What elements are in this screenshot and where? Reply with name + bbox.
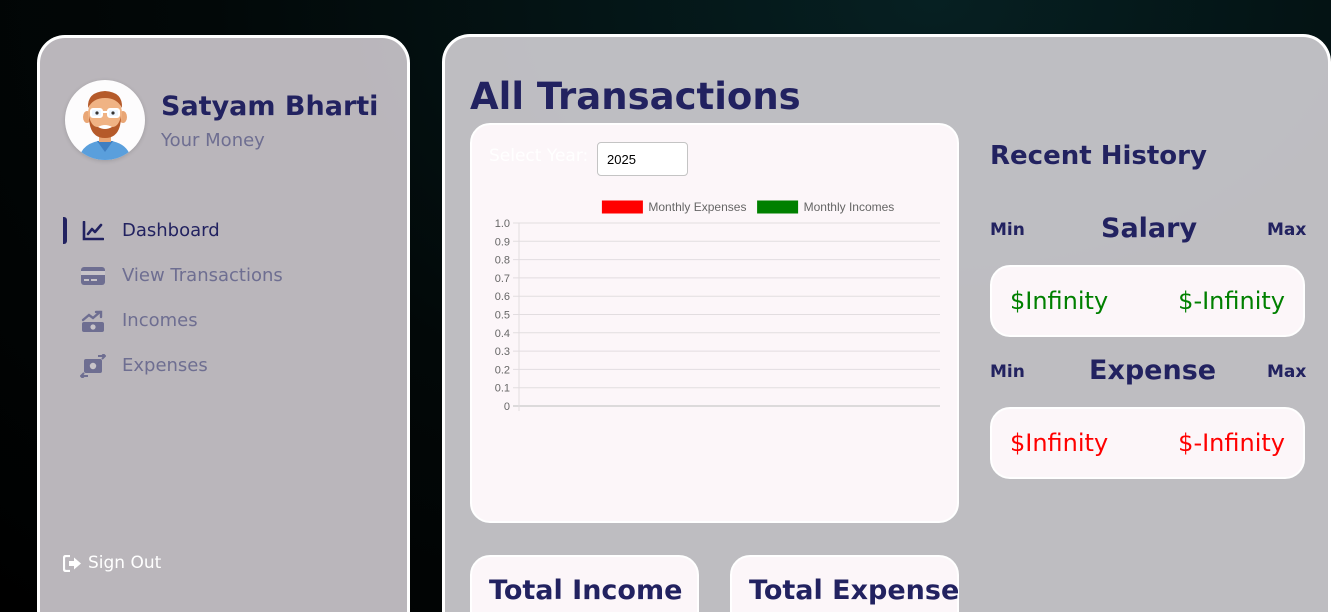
- salary-heading: Salary: [1101, 213, 1198, 244]
- sidebar-item-view-transactions[interactable]: View Transactions: [40, 253, 407, 298]
- salary-min-label: Min: [990, 220, 1025, 240]
- chart-grid: [513, 222, 940, 411]
- salary-max-label: Max: [1267, 220, 1307, 240]
- y-tick-label: 0.4: [495, 328, 510, 340]
- sidebar-item-label: View Transactions: [122, 265, 283, 286]
- sidebar-item-label: Dashboard: [122, 220, 220, 241]
- y-tick-label: 0.8: [495, 255, 510, 267]
- avatar-icon: [79, 91, 131, 160]
- expense-range-card: $Infinity $-Infinity: [990, 407, 1305, 479]
- user-name: Satyam Bharti: [161, 91, 379, 122]
- y-tick-label: 0.1: [495, 383, 510, 395]
- salary-range-card: $Infinity $-Infinity: [990, 265, 1305, 337]
- salary-max-value: $-Infinity: [1178, 287, 1285, 315]
- legend-label[interactable]: Monthly Incomes: [804, 200, 895, 214]
- y-tick-label: 0.7: [495, 273, 510, 285]
- sidebar-item-label: Expenses: [122, 355, 208, 376]
- y-tick-label: 0.6: [495, 291, 510, 303]
- sign-out-label: Sign Out: [88, 553, 162, 573]
- y-tick-label: 1.0: [495, 218, 510, 230]
- chart-line-icon: [80, 218, 106, 244]
- chart-card: Select Year: Monthly ExpensesMonthly Inc…: [470, 123, 959, 523]
- y-tick-label: 0.9: [495, 236, 510, 248]
- expense-max-label: Max: [1267, 362, 1307, 382]
- total-income-title: Total Income: [489, 575, 683, 606]
- expense-min-value: $Infinity: [1010, 429, 1109, 457]
- money-bill-trend-icon: [80, 308, 106, 334]
- main-panel: All Transactions Select Year: Monthly Ex…: [442, 34, 1331, 612]
- total-income-card: Total Income: [470, 555, 699, 612]
- sidebar-nav: Dashboard View Transactions Incomes Expe…: [40, 208, 407, 388]
- credit-card-icon: [80, 263, 106, 289]
- page-title: All Transactions: [470, 75, 801, 118]
- sign-out-button[interactable]: Sign Out: [63, 553, 161, 573]
- y-tick-label: 0.5: [495, 310, 510, 322]
- legend-swatch[interactable]: [757, 200, 799, 214]
- total-expense-title: Total Expense: [749, 575, 960, 606]
- user-subtitle: Your Money: [161, 130, 265, 151]
- expense-heading: Expense: [1089, 355, 1217, 386]
- avatar: [65, 80, 145, 160]
- legend-label[interactable]: Monthly Expenses: [648, 200, 746, 214]
- recent-history-title: Recent History: [990, 141, 1207, 171]
- bar-chart: Monthly Expenses Monthly Incomes 1.0 0.9 0.…: [495, 200, 940, 413]
- sidebar-item-expenses[interactable]: Expenses: [40, 343, 407, 388]
- sign-out-icon: [63, 554, 81, 572]
- y-tick-label: 0.3: [495, 346, 510, 358]
- y-tick-label: 0: [504, 401, 510, 413]
- expense-max-value: $-Infinity: [1178, 429, 1285, 457]
- expense-min-label: Min: [990, 362, 1025, 382]
- sidebar-item-dashboard[interactable]: Dashboard: [40, 208, 407, 253]
- legend-swatch[interactable]: [601, 200, 643, 214]
- sidebar: Satyam Bharti Your Money Dashboard View …: [37, 35, 410, 612]
- sidebar-item-label: Incomes: [122, 310, 198, 331]
- sidebar-item-incomes[interactable]: Incomes: [40, 298, 407, 343]
- chart-legend: Monthly Expenses Monthly Incomes: [601, 200, 895, 214]
- money-bill-transfer-icon: [80, 353, 106, 379]
- y-tick-label: 0.2: [495, 364, 510, 376]
- y-axis-ticks: 1.0 0.9 0.8 0.7 0.6 0.5 0.4 0.3 0.2 0.1 0: [495, 218, 510, 413]
- total-expense-card: Total Expense: [730, 555, 959, 612]
- salary-min-value: $Infinity: [1010, 287, 1109, 315]
